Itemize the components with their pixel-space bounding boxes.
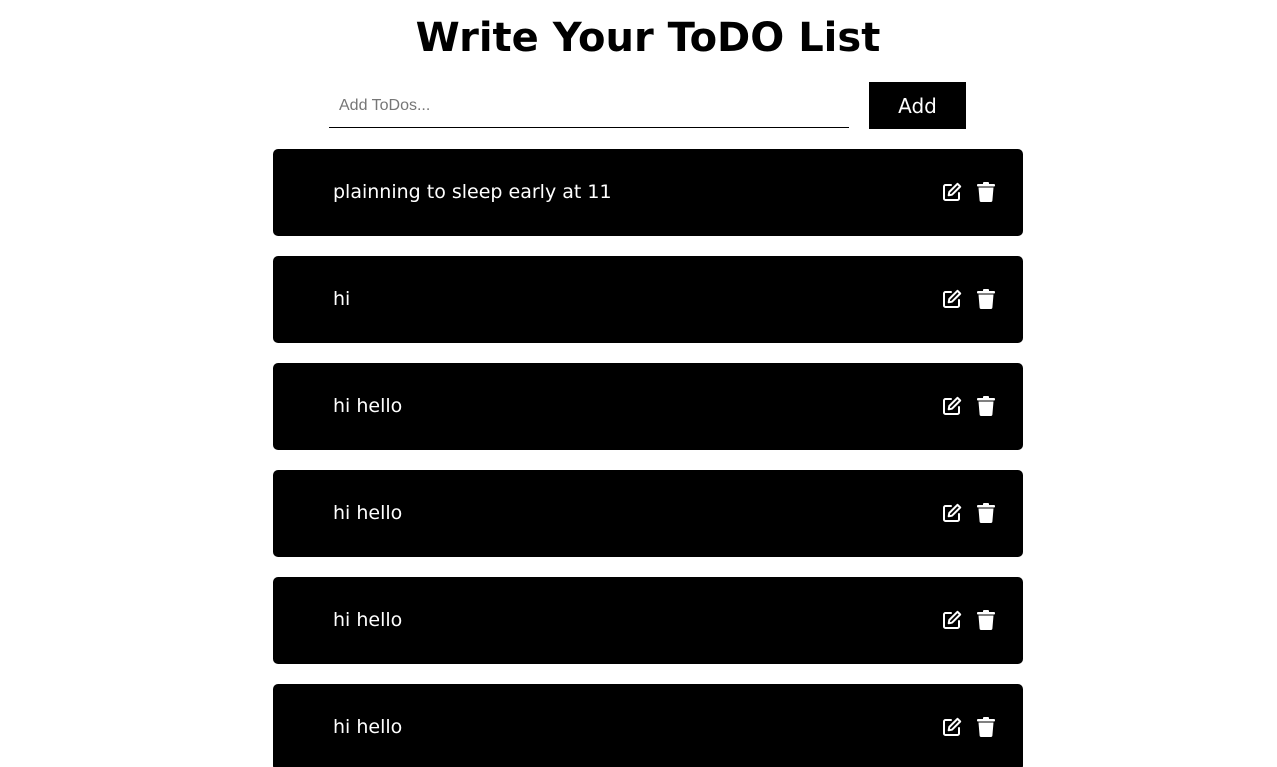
add-button[interactable]: Add: [869, 82, 966, 129]
todo-actions: [941, 395, 997, 417]
edit-icon[interactable]: [941, 609, 963, 631]
edit-icon[interactable]: [941, 181, 963, 203]
todo-actions: [941, 181, 997, 203]
todo-actions: [941, 716, 997, 738]
todo-input[interactable]: [329, 84, 849, 128]
todo-text: hi hello: [333, 716, 403, 738]
todo-text: hi hello: [333, 609, 403, 631]
edit-icon[interactable]: [941, 288, 963, 310]
todo-text: hi hello: [333, 502, 403, 524]
edit-icon[interactable]: [941, 716, 963, 738]
todo-actions: [941, 609, 997, 631]
trash-icon[interactable]: [975, 502, 997, 524]
trash-icon[interactable]: [975, 395, 997, 417]
edit-icon[interactable]: [941, 395, 963, 417]
todo-actions: [941, 288, 997, 310]
todo-text: hi hello: [333, 395, 403, 417]
todo-app: Write Your ToDO List Add plainning to sl…: [0, 0, 1277, 767]
todo-item: hi: [273, 256, 1023, 343]
edit-icon[interactable]: [941, 502, 963, 524]
todo-text: plainning to sleep early at 11: [333, 181, 612, 203]
todo-list: plainning to sleep early at 11 hi hi hel…: [273, 149, 1023, 767]
todo-item: hi hello: [273, 363, 1023, 450]
todo-item: hi hello: [273, 577, 1023, 664]
todo-item: plainning to sleep early at 11: [273, 149, 1023, 236]
trash-icon[interactable]: [975, 288, 997, 310]
todo-item: hi hello: [273, 684, 1023, 767]
page-title: Write Your ToDO List: [415, 15, 881, 61]
todo-item: hi hello: [273, 470, 1023, 557]
todo-text: hi: [333, 288, 351, 310]
trash-icon[interactable]: [975, 716, 997, 738]
trash-icon[interactable]: [975, 181, 997, 203]
todo-actions: [941, 502, 997, 524]
trash-icon[interactable]: [975, 609, 997, 631]
